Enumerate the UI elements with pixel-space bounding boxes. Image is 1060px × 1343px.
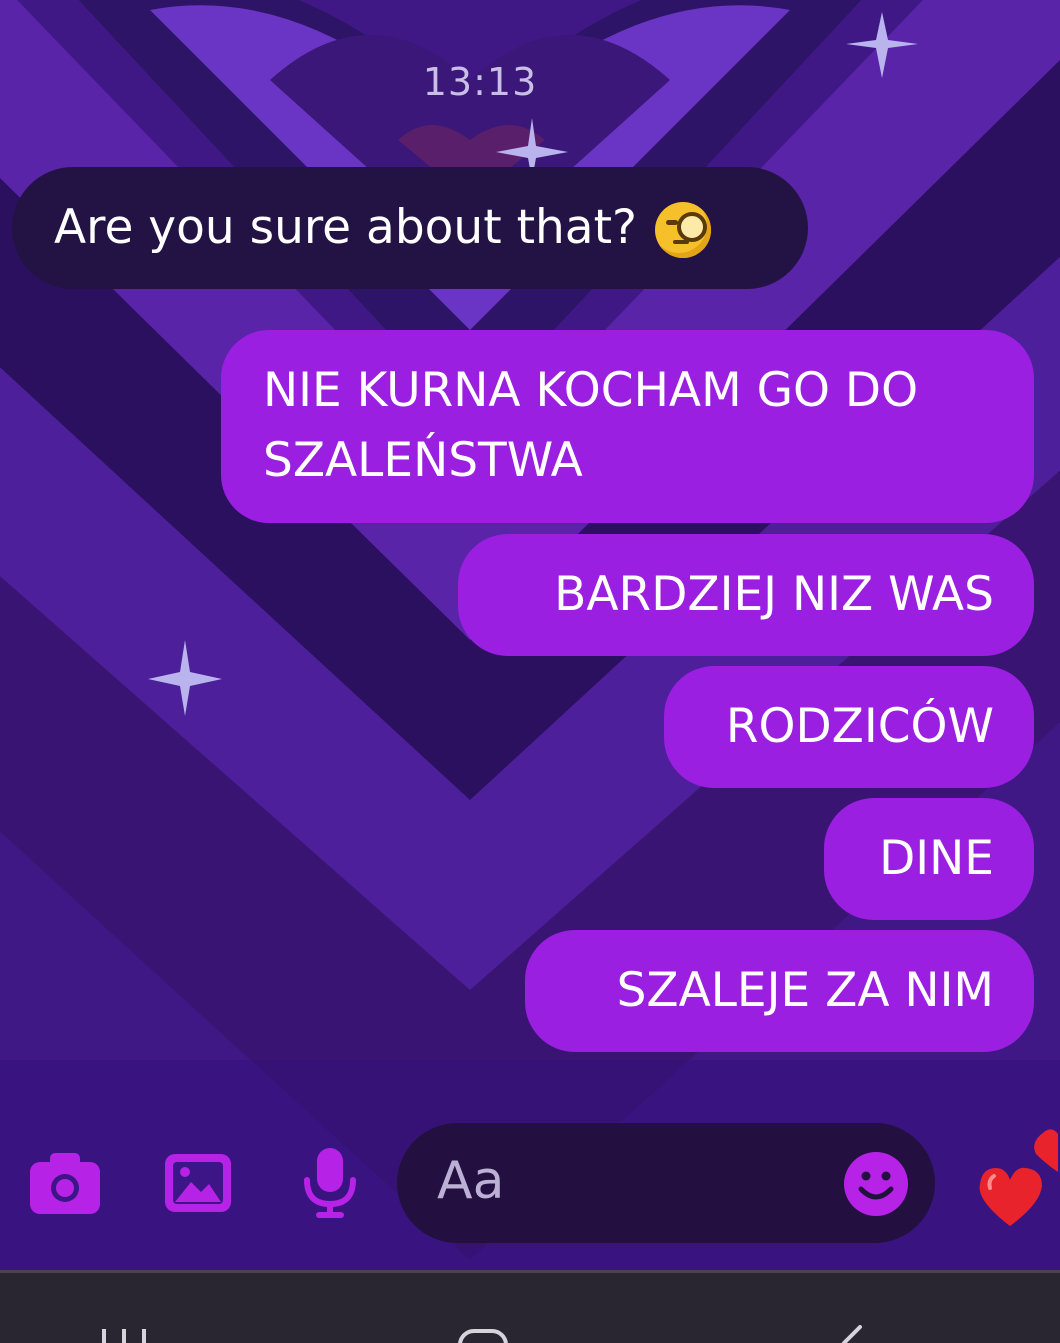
outgoing-message[interactable]: NIE KURNA KOCHAM GO DO SZALEŃSTWA — [221, 330, 1034, 523]
outgoing-message[interactable]: RODZICÓW — [664, 666, 1034, 788]
gallery-icon[interactable] — [163, 1152, 233, 1214]
outgoing-message[interactable]: DINE — [824, 798, 1034, 920]
heart-icon[interactable] — [972, 1128, 1060, 1232]
message-timestamp: 13:13 — [422, 60, 538, 104]
microphone-icon[interactable] — [300, 1146, 360, 1220]
outgoing-message[interactable]: SZALEJE ZA NIM — [525, 930, 1034, 1052]
face-with-monocle-icon — [654, 202, 711, 258]
incoming-message-text: Are you sure about that? — [54, 200, 637, 255]
outgoing-message[interactable]: BARDZIEJ NIZ WAS — [458, 534, 1034, 656]
message-input-placeholder: Aa — [437, 1151, 505, 1211]
system-navigation-bar — [0, 1270, 1060, 1343]
camera-icon[interactable] — [28, 1150, 102, 1216]
recent-apps-icon[interactable] — [98, 1325, 152, 1343]
smiley-icon[interactable] — [843, 1151, 909, 1217]
incoming-message[interactable]: Are you sure about that? — [12, 167, 808, 289]
back-icon[interactable] — [838, 1325, 868, 1343]
message-input[interactable]: Aa — [397, 1123, 935, 1243]
home-icon[interactable] — [456, 1325, 510, 1343]
